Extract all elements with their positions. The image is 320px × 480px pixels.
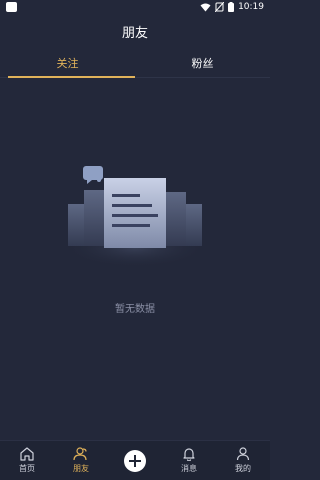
- friends-icon: [73, 447, 87, 461]
- user-icon: [236, 447, 250, 461]
- bottom-navigation: 首页 朋友 消息 我的: [0, 440, 270, 480]
- tab-following[interactable]: 关注: [0, 48, 135, 78]
- nav-item-profile[interactable]: 我的: [216, 441, 270, 480]
- page-title: 朋友: [121, 25, 148, 41]
- tab-following-label: 关注: [56, 56, 79, 70]
- add-button[interactable]: [124, 449, 146, 472]
- nav-item-home-label: 首页: [19, 464, 35, 473]
- page-title-bar: 朋友: [0, 16, 270, 46]
- nav-item-home[interactable]: 首页: [0, 441, 54, 480]
- empty-document-icon: [60, 160, 210, 270]
- nav-item-friends-label: 朋友: [73, 464, 89, 473]
- status-bar: 10:19: [0, 0, 270, 14]
- tab-fans-label: 粉丝: [191, 56, 214, 70]
- nav-item-profile-label: 我的: [235, 464, 251, 473]
- app-square-icon: [6, 2, 17, 12]
- home-icon: [20, 447, 34, 461]
- nav-item-messages[interactable]: 消息: [162, 441, 216, 480]
- status-icons: 10:19: [200, 2, 264, 12]
- status-time: 10:19: [238, 2, 264, 12]
- tab-bar: 关注 粉丝: [0, 48, 270, 78]
- no-sim-icon: [215, 2, 225, 12]
- battery-icon: [228, 2, 235, 12]
- nav-item-friends[interactable]: 朋友: [54, 441, 108, 480]
- nav-item-messages-label: 消息: [181, 464, 197, 473]
- nav-item-add[interactable]: [108, 441, 162, 480]
- tab-fans[interactable]: 粉丝: [135, 48, 270, 77]
- add-icon: [129, 454, 141, 467]
- bell-icon: [183, 448, 195, 461]
- empty-state-message: 暂无数据: [115, 304, 155, 315]
- wifi-icon: [200, 3, 211, 11]
